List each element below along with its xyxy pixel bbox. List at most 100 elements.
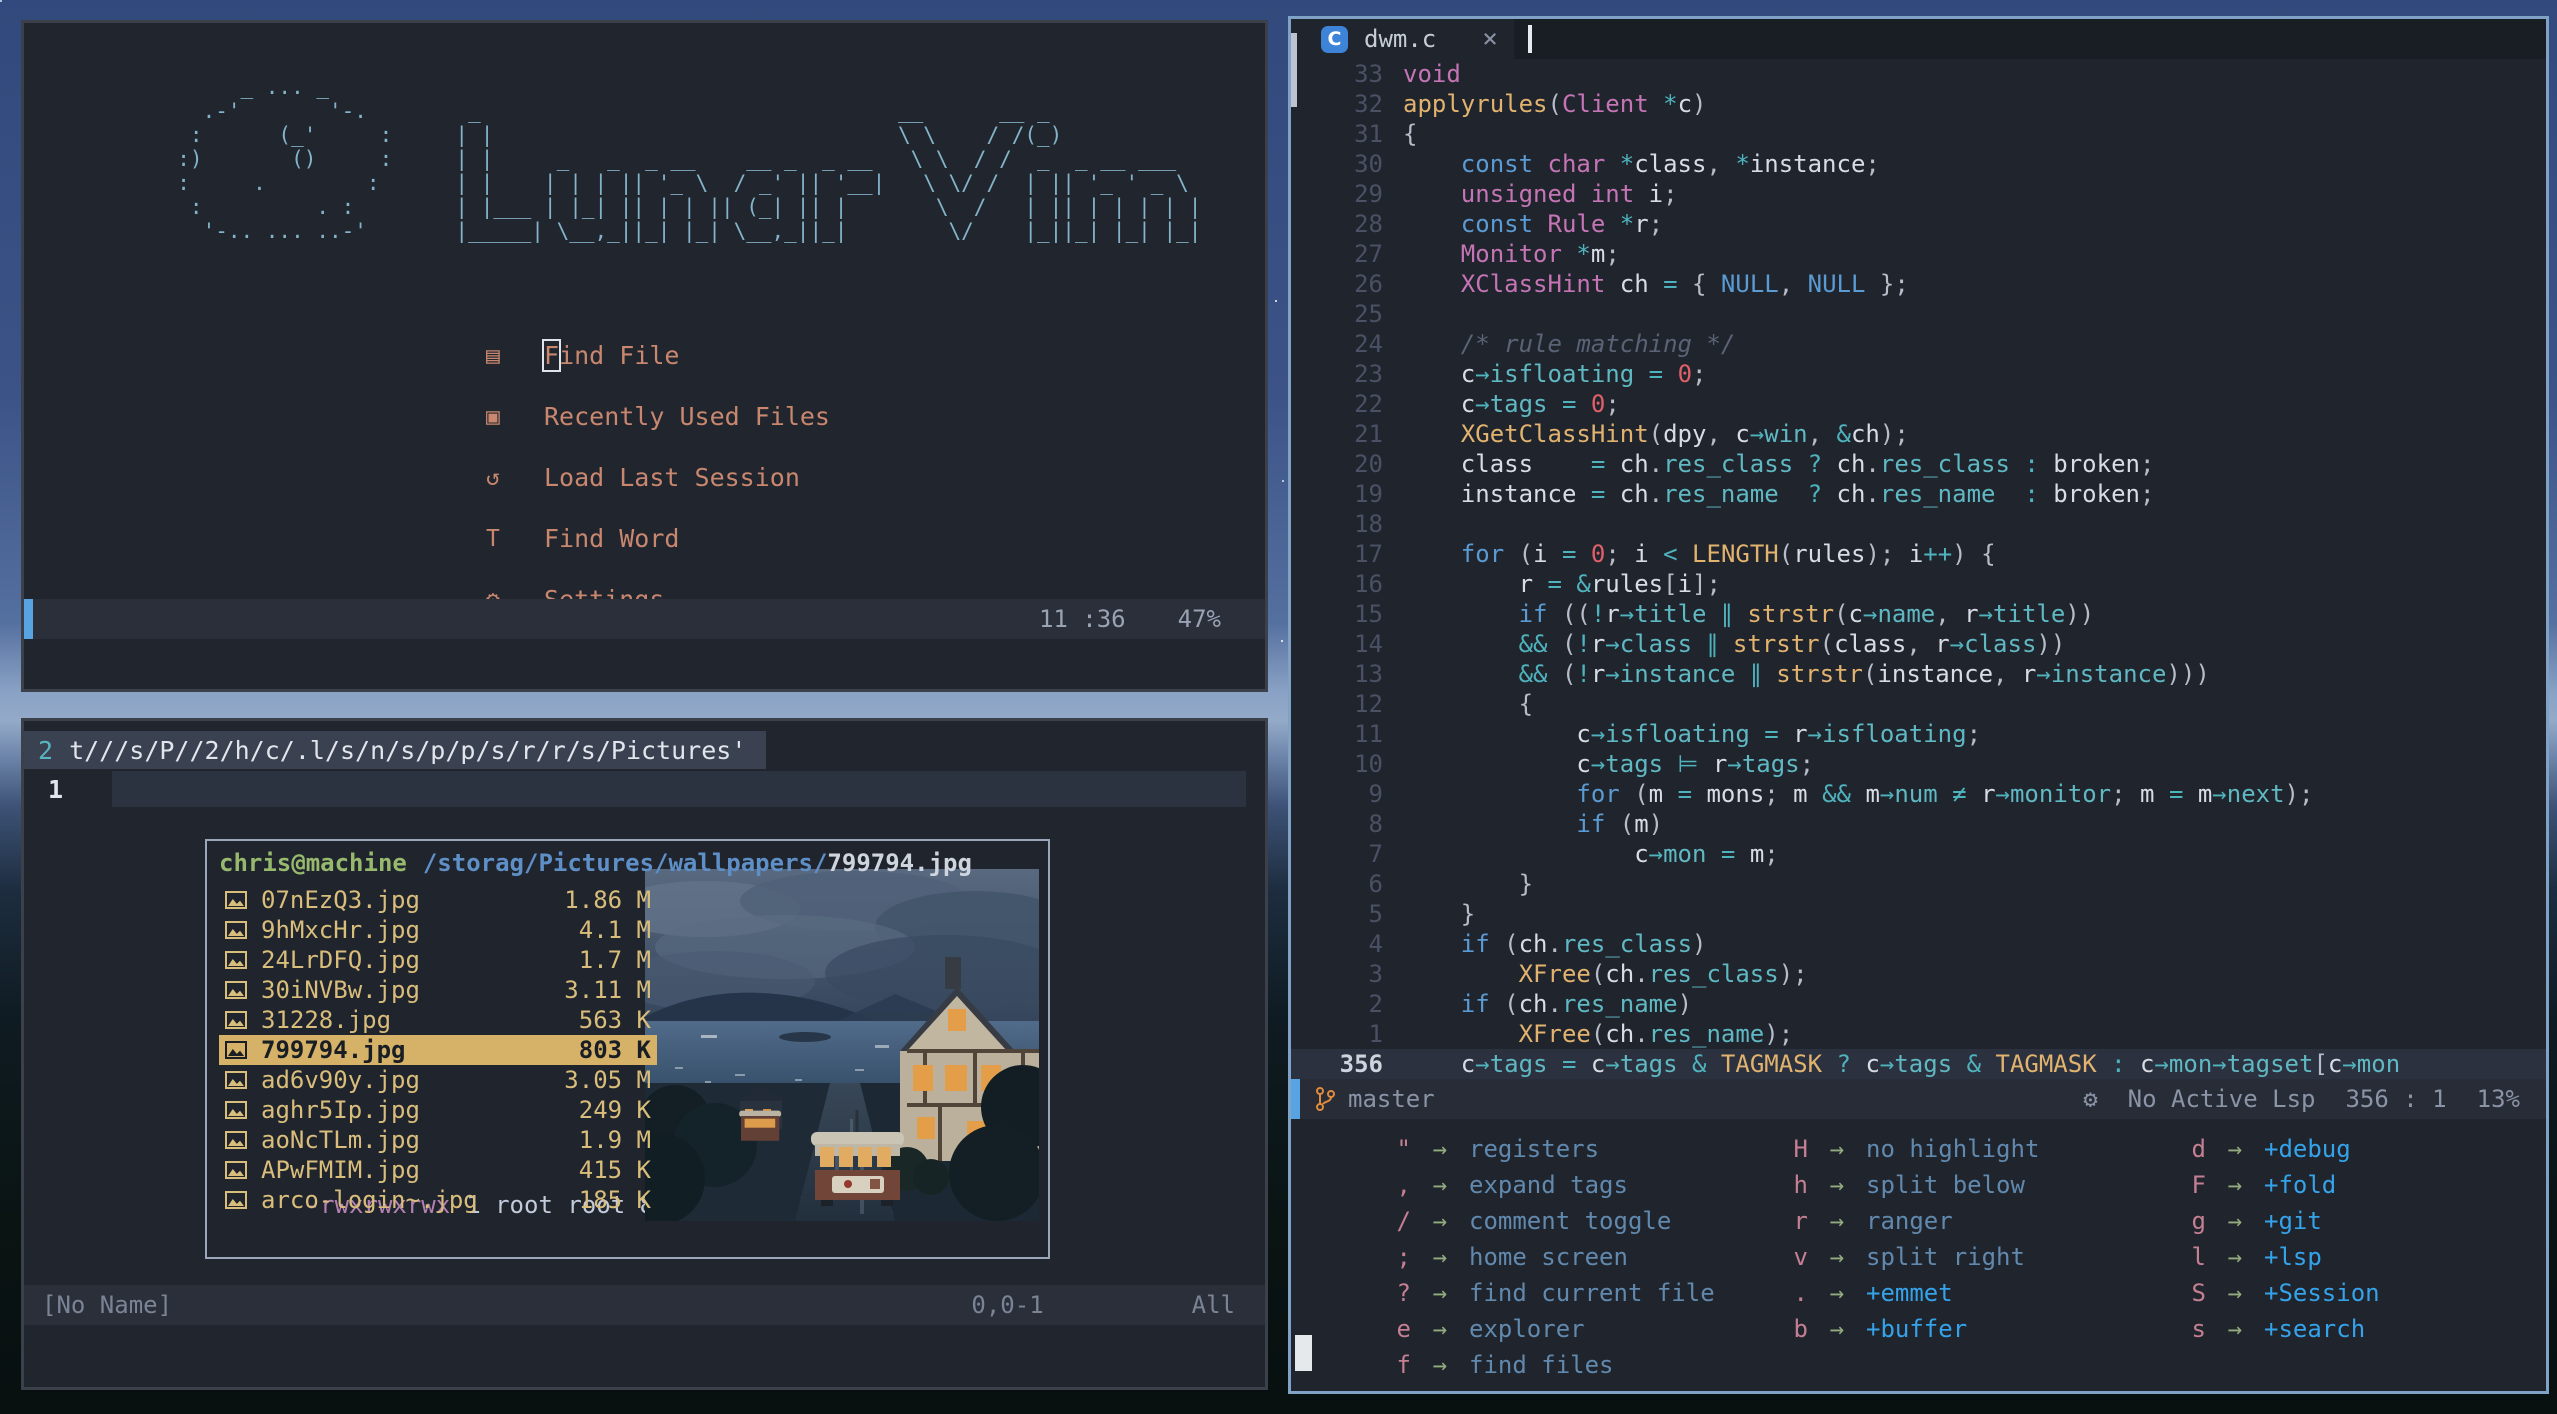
binding-description: +git xyxy=(2264,1207,2322,1235)
tab-dwm-c[interactable]: C dwm.c × xyxy=(1291,19,1514,59)
code-token: next xyxy=(2226,780,2285,808)
code-line: 16 r = &rules[i]; xyxy=(1291,569,2546,599)
code-token: ( xyxy=(1605,810,1635,838)
code-line: 20 class = ch.res_class ? ch.res_class :… xyxy=(1291,449,2546,479)
dashboard-menu-item[interactable]: ▣ Recently Used Files xyxy=(486,386,830,447)
code-token: ) xyxy=(1677,990,1693,1018)
arrow-icon: → xyxy=(1432,1171,1448,1199)
arrow-icon: → xyxy=(1829,1207,1845,1235)
key-char: f xyxy=(1396,1351,1411,1379)
code-token: ; xyxy=(1605,240,1620,268)
cmdline-row[interactable]: 2 t///s/P//2/h/c/.l/s/n/s/p/p/s/r/r/s/Pi… xyxy=(24,731,767,769)
file-row[interactable]: 30iNVBw.jpg 3.11 M xyxy=(219,975,657,1005)
file-row[interactable]: aghr5Ip.jpg 249 K xyxy=(219,1095,657,1125)
code-line-text: } xyxy=(1403,870,1533,898)
line-number: 26 xyxy=(1354,270,1383,298)
dashboard-menu-item[interactable]: ↺ Load Last Session xyxy=(486,447,830,508)
file-row[interactable]: 07nEzQ3.jpg 1.86 M xyxy=(219,885,657,915)
code-token: tags xyxy=(1489,390,1548,418)
code-token: ) xyxy=(1692,90,1707,118)
code-token: ]; xyxy=(1692,570,1721,598)
line-number: 33 xyxy=(1354,60,1383,88)
line-number: 2 xyxy=(38,735,54,765)
file-size: 1.9 M xyxy=(578,1126,651,1154)
wallpaper-preview-image xyxy=(645,869,1039,1221)
code-token: instance xyxy=(1460,480,1577,508)
file-row[interactable]: arco-login~.jpg 185 K xyxy=(219,1185,657,1215)
code-token: . xyxy=(1547,930,1562,958)
window-terminal-ranger: 2 t///s/P//2/h/c/.l/s/n/s/p/p/s/r/r/s/Pi… xyxy=(21,718,1268,1390)
arrow-icon: → xyxy=(1432,1315,1448,1343)
terminal-statusline: [No Name] 0,0-1 All xyxy=(24,1285,1265,1325)
file-row[interactable]: aoNcTLm.jpg 1.9 M xyxy=(219,1125,657,1155)
whichkey-binding: / → comment toggle xyxy=(1341,1203,1715,1239)
code-token: ch xyxy=(1619,450,1649,478)
close-icon[interactable]: × xyxy=(1482,24,1498,54)
code-token: i xyxy=(1648,180,1664,208)
code-token: r xyxy=(1964,600,1979,628)
code-token: unsigned xyxy=(1460,180,1577,208)
code-line-text: XGetClassHint(dpy, c→win, &ch); xyxy=(1403,420,1909,448)
line-number: 16 xyxy=(1354,570,1383,598)
code-line: 5 } xyxy=(1291,899,2546,929)
arrow-icon: → xyxy=(1829,1243,1845,1271)
buffer-name: [No Name] xyxy=(42,1291,173,1319)
code-token: , xyxy=(1935,600,1965,628)
binding-description: +buffer xyxy=(1866,1315,1968,1343)
code-token: { xyxy=(1403,120,1418,148)
file-row[interactable]: 24LrDFQ.jpg 1.7 M xyxy=(219,945,657,975)
code-token: ; xyxy=(1865,150,1880,178)
code-line: 33 void xyxy=(1291,59,2546,89)
line-number: 17 xyxy=(1354,540,1383,568)
code-token: = xyxy=(1648,360,1664,388)
code-line-text: && (!r→class ∥ strstr(class, r→class)) xyxy=(1403,630,2066,658)
menu-item-icon: ▣ xyxy=(486,403,500,430)
code-token: tagset xyxy=(2226,1050,2314,1078)
code-token: isfloating xyxy=(1822,720,1967,748)
code-token: m xyxy=(1793,780,1808,808)
code-token: ; xyxy=(1605,540,1635,568)
file-row[interactable]: ad6v90y.jpg 3.05 M xyxy=(219,1065,657,1095)
code-token: ch xyxy=(1619,480,1649,508)
code-token: , xyxy=(1906,630,1936,658)
code-token: ; xyxy=(1648,210,1664,238)
code-area[interactable]: 33 void 32 applyrules(Client *c) 31 { 30… xyxy=(1291,59,2546,1079)
scrollbar-thumb[interactable] xyxy=(1291,33,1297,107)
code-token: ( xyxy=(1590,1020,1606,1048)
scroll-percent: 13% xyxy=(2476,1085,2520,1113)
dashboard-menu-item[interactable]: T Find Word xyxy=(486,508,830,569)
code-token: ; xyxy=(1799,750,1815,778)
menu-item-icon: T xyxy=(486,525,500,552)
file-row[interactable]: 799794.jpg 803 K xyxy=(219,1035,657,1065)
code-token: * xyxy=(1663,90,1678,118)
file-row[interactable]: 9hMxcHr.jpg 4.1 M xyxy=(219,915,657,945)
code-token: c xyxy=(1460,360,1476,388)
code-token: i xyxy=(1908,540,1924,568)
dashboard-menu-item[interactable]: ▤ Find File xyxy=(486,325,830,386)
code-token: Monitor xyxy=(1460,240,1562,268)
whichkey-binding: s → +search xyxy=(2136,1311,2380,1347)
code-token: c xyxy=(1576,750,1591,778)
code-token: const xyxy=(1460,210,1534,238)
file-size: 803 K xyxy=(578,1036,651,1064)
cursor-position: 0,0-1 xyxy=(971,1291,1044,1319)
arrow-icon: → xyxy=(2227,1135,2243,1163)
file-row[interactable]: APwFMIM.jpg 415 K xyxy=(219,1155,657,1185)
whichkey-binding: l → +lsp xyxy=(2136,1239,2380,1275)
code-token: r xyxy=(1935,630,1950,658)
code-token: r xyxy=(1590,630,1606,658)
code-line: 11 c→isfloating = r→isfloating; xyxy=(1291,719,2546,749)
file-row[interactable]: 31228.jpg 563 K xyxy=(219,1005,657,1035)
code-line-text: class = ch.res_class ? ch.res_class : br… xyxy=(1403,450,2155,478)
code-token: int xyxy=(1590,180,1635,208)
code-token: < xyxy=(1663,540,1678,568)
